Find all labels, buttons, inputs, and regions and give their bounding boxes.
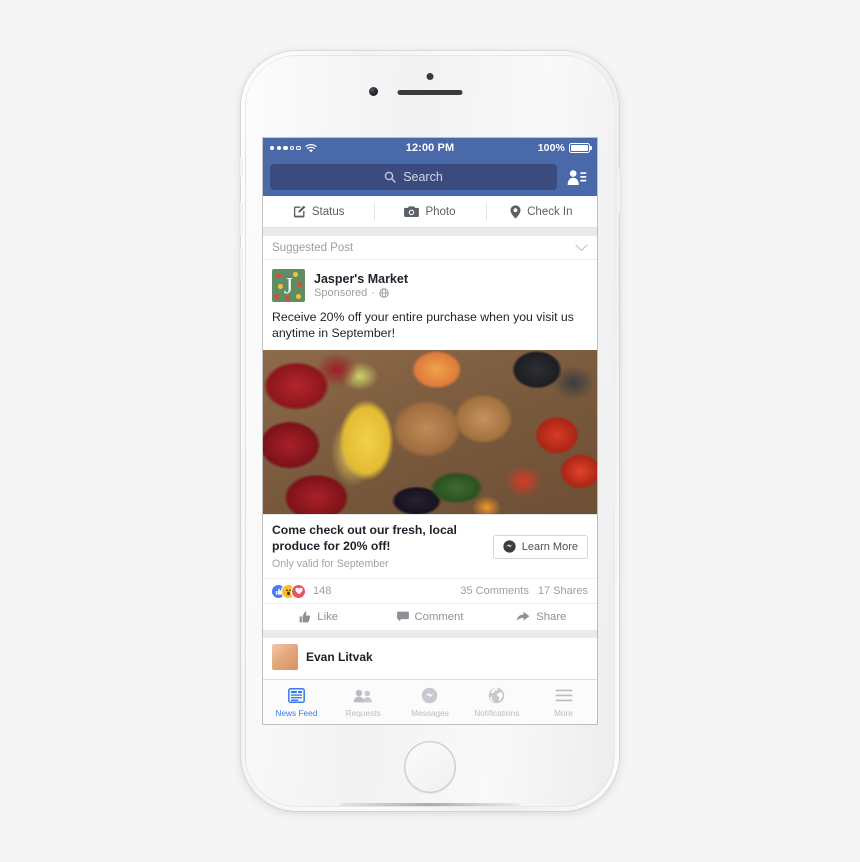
action-label: Comment [414, 610, 464, 623]
messenger-icon [421, 687, 438, 705]
iphone-device: 12:00 PM 100% Search Status Photo Check … [239, 51, 621, 811]
post-body-text: Receive 20% off your entire purchase whe… [272, 310, 574, 341]
attachment-title: Come check out our fresh, local produce … [272, 523, 457, 554]
tab-label: Notifications [474, 707, 520, 718]
engagement-bar: 148 35 Comments 17 Shares [263, 577, 597, 603]
bottom-tab-bar: News Feed Requests Messages Notification… [263, 679, 597, 724]
status-bar: 12:00 PM 100% [263, 138, 597, 158]
proximity-sensor-icon [426, 73, 434, 80]
reaction-love-icon [292, 584, 305, 598]
page-name[interactable]: Jasper's Market [314, 272, 408, 286]
status-bar-left [270, 143, 406, 153]
engagement-counts: 35 Comments 17 Shares [460, 585, 588, 597]
tab-label: Requests [345, 707, 381, 718]
tab-label: More [554, 707, 574, 718]
friend-requests-icon[interactable] [564, 169, 590, 186]
messenger-bubble-icon [503, 540, 516, 553]
news-feed-icon [287, 687, 305, 705]
feed-divider [263, 228, 597, 236]
post-header: J Jasper's Market Sponsored · [263, 260, 597, 306]
suggested-post-header[interactable]: Suggested Post [263, 236, 597, 260]
search-input[interactable]: Search [270, 164, 557, 190]
volume-down-button[interactable] [239, 247, 243, 280]
hamburger-menu-icon [555, 687, 573, 705]
composer-checkin-button[interactable]: Check In [485, 196, 597, 227]
action-label: Like [317, 610, 339, 623]
tab-messages[interactable]: Messages [397, 687, 464, 718]
screenshot-stage: 12:00 PM 100% Search Status Photo Check … [0, 0, 860, 862]
location-pin-icon [510, 204, 521, 219]
learn-more-button[interactable]: Learn More [492, 534, 588, 559]
battery-percent-label: 100% [537, 142, 565, 154]
learn-more-label: Learn More [521, 540, 578, 553]
peek-post-author[interactable]: Evan Litvak [306, 650, 373, 664]
share-arrow-icon [516, 611, 530, 622]
friends-icon [353, 687, 373, 705]
next-post-peek[interactable]: Evan Litvak [263, 637, 597, 676]
avatar-initial: J [284, 273, 293, 298]
post-meta: Sponsored · [314, 287, 408, 299]
link-attachment[interactable]: Come check out our fresh, local produce … [263, 514, 597, 578]
search-placeholder-label: Search [403, 170, 443, 184]
camera-icon [404, 205, 420, 218]
power-button[interactable] [617, 169, 621, 213]
composer-item-label: Photo [425, 205, 456, 218]
composer-item-label: Check In [527, 205, 573, 218]
attachment-text: Come check out our fresh, local produce … [272, 523, 485, 569]
peek-header: Evan Litvak [272, 643, 588, 670]
search-icon [384, 171, 396, 183]
reaction-summary[interactable]: 148 [272, 584, 460, 598]
reaction-count: 148 [313, 585, 332, 598]
comment-count[interactable]: 35 Comments [460, 585, 528, 597]
navigation-bar: Search [263, 158, 597, 196]
bottom-speaker-grille [340, 803, 520, 806]
produce-photo-image [263, 350, 597, 515]
earpiece-speaker [397, 90, 463, 95]
tab-label: Messages [411, 707, 449, 718]
avatar[interactable] [272, 643, 298, 670]
news-feed[interactable]: Suggested Post J Jasper's Market Sponsor… [263, 236, 597, 676]
reaction-icons [272, 584, 305, 598]
post-photo[interactable] [263, 350, 597, 515]
sponsored-label: Sponsored [314, 287, 368, 299]
action-label: Share [536, 610, 567, 623]
tab-news-feed[interactable]: News Feed [263, 687, 330, 718]
composer-status-button[interactable]: Status [263, 196, 374, 227]
phone-screen: 12:00 PM 100% Search Status Photo Check … [263, 138, 597, 724]
globe-icon [379, 288, 389, 298]
home-button[interactable] [404, 741, 456, 793]
front-camera-icon [369, 87, 378, 96]
suggested-post-label: Suggested Post [272, 241, 354, 254]
chevron-down-icon[interactable] [575, 244, 588, 252]
status-bar-right: 100% [454, 142, 590, 154]
meta-separator: · [371, 287, 375, 299]
status-bar-clock: 12:00 PM [405, 142, 455, 154]
composer-photo-button[interactable]: Photo [374, 196, 485, 227]
tab-label: News Feed [275, 707, 318, 718]
like-button[interactable]: Like [263, 604, 374, 630]
composer-bar: Status Photo Check In [263, 196, 597, 228]
tab-requests[interactable]: Requests [330, 687, 397, 718]
signal-strength-icon [270, 145, 301, 151]
post-actions: Like Comment Share [263, 602, 597, 630]
share-button[interactable]: Share [486, 604, 597, 630]
globe-notifications-icon [488, 687, 505, 705]
battery-icon [569, 143, 590, 153]
composer-item-label: Status [311, 205, 345, 218]
share-count[interactable]: 17 Shares [538, 585, 588, 597]
tab-notifications[interactable]: Notifications [463, 687, 530, 718]
post-header-text: Jasper's Market Sponsored · [314, 272, 408, 299]
wifi-icon [305, 143, 317, 153]
silent-switch[interactable] [239, 158, 243, 177]
sponsored-post-card: Suggested Post J Jasper's Market Sponsor… [263, 236, 597, 630]
comment-button[interactable]: Comment [374, 604, 485, 630]
comment-bubble-icon [396, 611, 409, 622]
attachment-subtitle: Only valid for September [272, 557, 389, 570]
compose-pencil-icon [293, 205, 306, 218]
avatar[interactable]: J [272, 269, 305, 302]
thumbs-up-icon [299, 611, 311, 623]
volume-up-button[interactable] [239, 202, 243, 235]
tab-more[interactable]: More [530, 687, 597, 718]
